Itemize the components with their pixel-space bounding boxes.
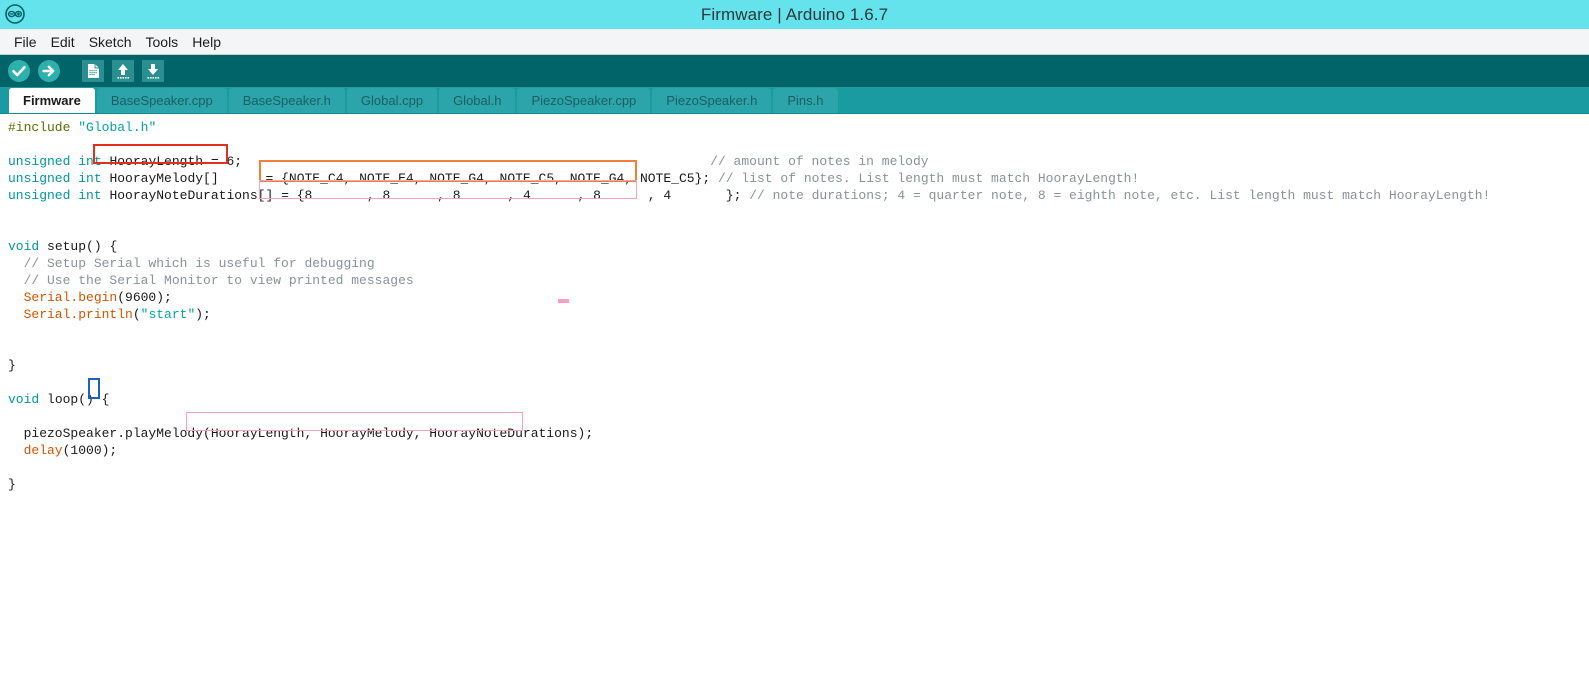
code-line: unsigned int HoorayLength = 6; // amount… bbox=[0, 153, 1589, 170]
menu-item-file[interactable]: File bbox=[7, 34, 44, 50]
setup-function-name: setup bbox=[47, 239, 87, 254]
type-keyword: unsigned int bbox=[8, 171, 102, 186]
code-line: delay(1000); bbox=[8, 443, 118, 458]
tab-basespeaker-h[interactable]: BaseSpeaker.h bbox=[228, 88, 345, 113]
setup-closing-brace: } bbox=[8, 358, 16, 373]
window-title: Firmware | Arduino 1.6.7 bbox=[700, 4, 889, 24]
loop-closing-brace: } bbox=[8, 477, 16, 492]
arrow-up-icon bbox=[112, 60, 134, 82]
code-line: unsigned int HoorayNoteDurations[] = {8 … bbox=[8, 188, 1491, 203]
save-button[interactable] bbox=[140, 58, 166, 84]
editor-tab-bar: Firmware BaseSpeaker.cpp BaseSpeaker.h G… bbox=[0, 87, 1589, 114]
serial-monitor-comment: // Use the Serial Monitor to view printe… bbox=[8, 273, 414, 288]
toolbar bbox=[0, 55, 1589, 87]
code-line: Serial.println("start"); bbox=[8, 307, 211, 322]
tab-basespeaker-cpp[interactable]: BaseSpeaker.cpp bbox=[96, 88, 227, 113]
verify-button[interactable] bbox=[6, 58, 32, 84]
loop-function-name: loop bbox=[47, 392, 79, 407]
code-line: } bbox=[0, 476, 1589, 493]
play-melody-call: piezoSpeaker.playMelody bbox=[8, 426, 204, 441]
document-icon bbox=[82, 60, 104, 82]
tab-global-cpp[interactable]: Global.cpp bbox=[346, 88, 438, 113]
delay-call: delay bbox=[8, 443, 63, 458]
text-cursor-marker bbox=[558, 299, 569, 303]
type-keyword: unsigned int bbox=[8, 188, 102, 203]
code-line: void setup() { bbox=[8, 239, 118, 254]
tab-pins-h[interactable]: Pins.h bbox=[773, 88, 838, 113]
hooray-durations-name: HoorayNoteDurations[] bbox=[109, 188, 274, 203]
code-line: #include "Global.h" bbox=[0, 119, 1589, 136]
tab-firmware[interactable]: Firmware bbox=[9, 88, 95, 113]
arrow-right-icon bbox=[38, 60, 60, 82]
code-line: piezoSpeaker.playMelody(HoorayLength, Ho… bbox=[8, 426, 594, 441]
include-directive: #include bbox=[8, 120, 71, 135]
hooray-melody-array: {NOTE_C4, NOTE_E4, NOTE_G4, NOTE_C5, NOT… bbox=[281, 171, 703, 186]
code-editor[interactable]: #include "Global.h" unsigned int HoorayL… bbox=[0, 114, 1589, 676]
play-melody-args: (HoorayLength, HoorayMelody, HoorayNoteD… bbox=[203, 426, 586, 441]
menu-bar: File Edit Sketch Tools Help bbox=[0, 29, 1589, 55]
hooray-durations-array: {8 , 8 , 8 , 4 , 8 , 4 } bbox=[296, 188, 734, 203]
upload-button[interactable] bbox=[36, 58, 62, 84]
menu-item-tools[interactable]: Tools bbox=[139, 34, 186, 50]
hooray-length-decl: HoorayLength = 6; bbox=[109, 154, 243, 169]
code-line: // Setup Serial which is useful for debu… bbox=[0, 255, 1589, 272]
title-bar: Firmware | Arduino 1.6.7 bbox=[0, 0, 1589, 29]
checkmark-icon bbox=[8, 60, 30, 82]
serial-println-call: Serial.println bbox=[8, 307, 133, 322]
menu-item-sketch[interactable]: Sketch bbox=[82, 34, 139, 50]
new-button[interactable] bbox=[80, 58, 106, 84]
include-header: "Global.h" bbox=[78, 120, 157, 135]
menu-item-edit[interactable]: Edit bbox=[44, 34, 82, 50]
arduino-infinity-icon bbox=[4, 3, 26, 25]
void-keyword: void bbox=[8, 239, 40, 254]
hooray-length-comment: // amount of notes in melody bbox=[710, 154, 929, 169]
void-keyword: void bbox=[8, 392, 40, 407]
code-line: } bbox=[0, 357, 1589, 374]
start-string-literal: "start" bbox=[140, 307, 196, 322]
code-line: unsigned int HoorayMelody[] = {NOTE_C4, … bbox=[8, 171, 1140, 186]
hooray-melody-name: HoorayMelody[] bbox=[109, 171, 219, 186]
setup-serial-comment: // Setup Serial which is useful for debu… bbox=[8, 256, 375, 271]
arrow-down-icon bbox=[142, 60, 164, 82]
serial-begin-call: Serial.begin bbox=[8, 290, 118, 305]
menu-item-help[interactable]: Help bbox=[185, 34, 228, 50]
open-button[interactable] bbox=[110, 58, 136, 84]
tab-piezospeaker-h[interactable]: PiezoSpeaker.h bbox=[652, 88, 772, 113]
hooray-melody-comment: // list of notes. List length must match… bbox=[718, 171, 1140, 186]
code-line: void loop() { bbox=[8, 392, 110, 407]
hooray-durations-comment: // note durations; 4 = quarter note, 8 =… bbox=[749, 188, 1491, 203]
tab-global-h[interactable]: Global.h bbox=[439, 88, 516, 113]
loop-opening-brace: { bbox=[101, 392, 110, 407]
code-line: // Use the Serial Monitor to view printe… bbox=[0, 272, 1589, 289]
code-line: Serial.begin(9600); bbox=[8, 290, 172, 305]
type-keyword: unsigned int bbox=[8, 154, 102, 169]
tab-piezospeaker-cpp[interactable]: PiezoSpeaker.cpp bbox=[517, 88, 651, 113]
